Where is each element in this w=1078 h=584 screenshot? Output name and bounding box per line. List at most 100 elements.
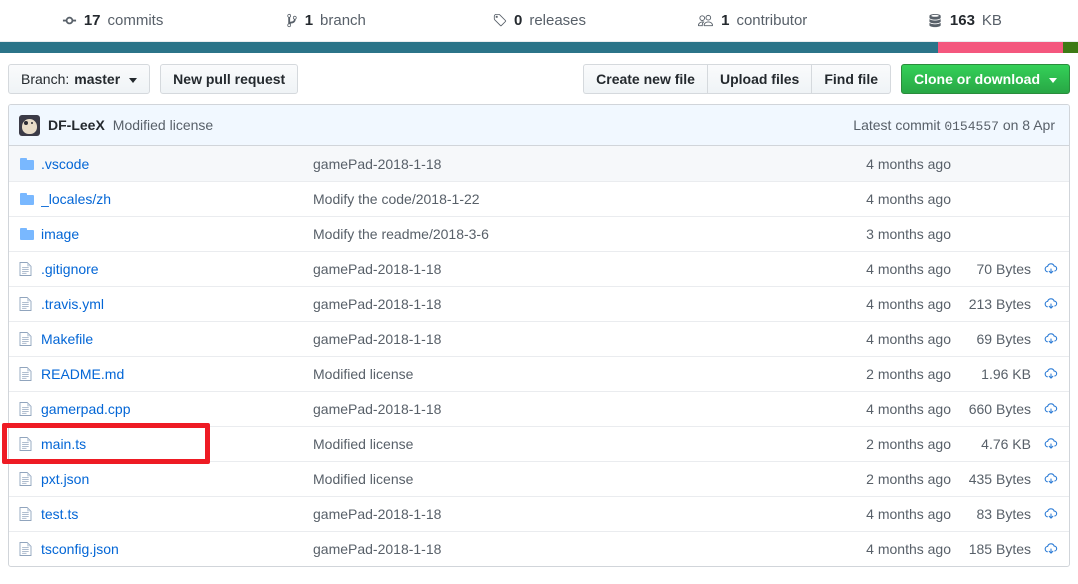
file-icon	[19, 261, 41, 277]
file-commit-message[interactable]: gamePad-2018-1-18	[313, 331, 823, 347]
file-commit-age: 4 months ago	[866, 191, 951, 207]
file-commit-message[interactable]: gamePad-2018-1-18	[313, 401, 823, 417]
repo-stat-commits[interactable]: 17 commits	[6, 12, 219, 29]
file-size: 435 Bytes	[968, 471, 1031, 487]
database-icon	[929, 13, 943, 28]
avatar[interactable]	[19, 114, 40, 136]
file-row: pxt.json Modified license 2 months ago 435 …	[9, 461, 1069, 496]
repo-stat-count: 1	[721, 12, 730, 29]
file-size: 1.96 KB	[981, 366, 1031, 382]
file-name-link[interactable]: _locales/zh	[41, 191, 111, 207]
repo-stat-releases[interactable]: 0 releases	[432, 12, 645, 29]
file-icon	[19, 401, 41, 417]
file-name-link[interactable]: Makefile	[41, 331, 93, 347]
file-name-link[interactable]: .travis.yml	[41, 296, 104, 312]
file-name-cell: _locales/zh	[41, 191, 313, 207]
language-bar-segment-3[interactable]	[1062, 42, 1078, 53]
file-row: Makefile gamePad-2018-1-18 4 months ago 69 …	[9, 321, 1069, 356]
file-commit-message[interactable]: Modify the readme/2018-3-6	[313, 226, 823, 242]
cloud-download-icon[interactable]	[1037, 332, 1059, 346]
latest-commit-prefix: Latest commit	[853, 116, 941, 133]
file-name-link[interactable]: .gitignore	[41, 261, 99, 277]
upload-files-button[interactable]: Upload files	[706, 64, 812, 94]
tag-icon	[492, 13, 507, 28]
file-commit-age: 2 months ago	[866, 471, 951, 487]
file-name-link[interactable]: image	[41, 226, 79, 242]
file-row: test.ts gamePad-2018-1-18 4 months ago 83 B…	[9, 496, 1069, 531]
language-bar-segment-2[interactable]	[937, 42, 1063, 53]
file-commit-age: 4 months ago	[866, 155, 951, 172]
commit-message[interactable]: Modified license	[113, 117, 213, 133]
create-new-file-button[interactable]: Create new file	[583, 64, 707, 94]
file-name-link[interactable]: README.md	[41, 366, 124, 382]
file-name-link[interactable]: tsconfig.json	[41, 541, 119, 557]
file-commit-age: 4 months ago	[866, 296, 951, 312]
cloud-download-icon[interactable]	[1037, 472, 1059, 486]
file-commit-message[interactable]: Modified license	[313, 471, 823, 487]
repo-stat-kb[interactable]: 163 KB	[859, 12, 1072, 29]
file-commit-message[interactable]: Modified license	[313, 366, 823, 382]
file-commit-age: 3 months ago	[866, 226, 951, 242]
file-rows-container: .vscode gamePad-2018-1-18 4 months ago _loc…	[9, 146, 1069, 566]
file-name-link[interactable]: .vscode	[41, 156, 89, 172]
repo-stat-contributor[interactable]: 1 contributor	[646, 12, 859, 29]
cloud-download-icon[interactable]	[1037, 402, 1059, 416]
find-file-button[interactable]: Find file	[811, 64, 891, 94]
repo-stats-bar: 17 commits 1 branch 0 releases 1 contributor 163…	[0, 0, 1078, 42]
file-name-cell: pxt.json	[41, 471, 313, 487]
repo-stat-label: contributor	[736, 12, 808, 29]
commit-icon	[62, 13, 77, 28]
file-row: image Modify the readme/2018-3-6 3 months …	[9, 216, 1069, 251]
latest-commit-author-group: DF-LeeX Modified license	[19, 114, 213, 136]
cloud-download-icon[interactable]	[1037, 542, 1059, 556]
file-commit-message[interactable]: gamePad-2018-1-18	[313, 296, 823, 312]
file-name-cell: .vscode	[41, 156, 313, 172]
cloud-download-icon[interactable]	[1037, 297, 1059, 311]
file-commit-message[interactable]: Modified license	[313, 436, 823, 452]
repo-stat-label: commits	[107, 12, 164, 29]
people-icon	[697, 13, 714, 28]
file-name-link[interactable]: gamerpad.cpp	[41, 401, 131, 417]
file-commit-message[interactable]: gamePad-2018-1-18	[313, 156, 823, 172]
file-actions-button-group: Create new file Upload files Find file	[583, 64, 891, 94]
repo-stat-count: 163	[949, 12, 975, 29]
clone-or-download-button[interactable]: Clone or download	[901, 64, 1070, 94]
file-name-link[interactable]: main.ts	[41, 436, 86, 452]
file-row: README.md Modified license 2 months ago 1.9…	[9, 356, 1069, 391]
folder-icon	[19, 226, 41, 242]
file-commit-message[interactable]: Modify the code/2018-1-22	[313, 191, 823, 207]
file-commit-message[interactable]: gamePad-2018-1-18	[313, 261, 823, 277]
file-commit-age: 4 months ago	[866, 541, 951, 557]
file-size: 213 Bytes	[968, 296, 1031, 312]
file-commit-message[interactable]: gamePad-2018-1-18	[313, 541, 823, 557]
file-row: main.ts Modified license 2 months ago 4.76 …	[9, 426, 1069, 461]
file-icon	[19, 541, 41, 557]
new-pull-request-button[interactable]: New pull request	[160, 64, 299, 94]
language-bar-segment-1[interactable]	[0, 42, 938, 53]
file-name-link[interactable]: test.ts	[41, 506, 78, 522]
file-name-link[interactable]: pxt.json	[41, 471, 89, 487]
commit-author-name[interactable]: DF-LeeX	[48, 117, 105, 133]
latest-commit-bar: DF-LeeX Modified license Latest commit 0…	[9, 105, 1069, 146]
file-icon	[19, 436, 41, 452]
repo-stat-branch[interactable]: 1 branch	[219, 12, 432, 29]
file-commit-message[interactable]: gamePad-2018-1-18	[313, 506, 823, 522]
file-icon	[19, 331, 41, 347]
repo-toolbar: Branch: master New pull request Create n…	[0, 53, 1078, 104]
file-name-cell: test.ts	[41, 506, 313, 522]
file-size: 185 Bytes	[968, 541, 1031, 557]
file-listing-table: DF-LeeX Modified license Latest commit 0…	[8, 104, 1070, 567]
commit-sha[interactable]: 0154557	[944, 119, 999, 134]
file-commit-age: 4 months ago	[866, 331, 951, 347]
cloud-download-icon[interactable]	[1037, 262, 1059, 276]
cloud-download-icon[interactable]	[1037, 437, 1059, 451]
github-repo-file-browser: 17 commits 1 branch 0 releases 1 contributor 163…	[0, 0, 1078, 584]
cloud-download-icon[interactable]	[1037, 507, 1059, 521]
commit-date-prefix: on	[1002, 116, 1019, 133]
file-row: gamerpad.cpp gamePad-2018-1-18 4 months ag…	[9, 391, 1069, 426]
file-row: .travis.yml gamePad-2018-1-18 4 months ago…	[9, 286, 1069, 321]
file-commit-age: 2 months ago	[866, 436, 951, 452]
branch-selector-button[interactable]: Branch: master	[8, 64, 151, 94]
file-commit-age: 4 months ago	[866, 261, 951, 277]
cloud-download-icon[interactable]	[1037, 367, 1059, 381]
